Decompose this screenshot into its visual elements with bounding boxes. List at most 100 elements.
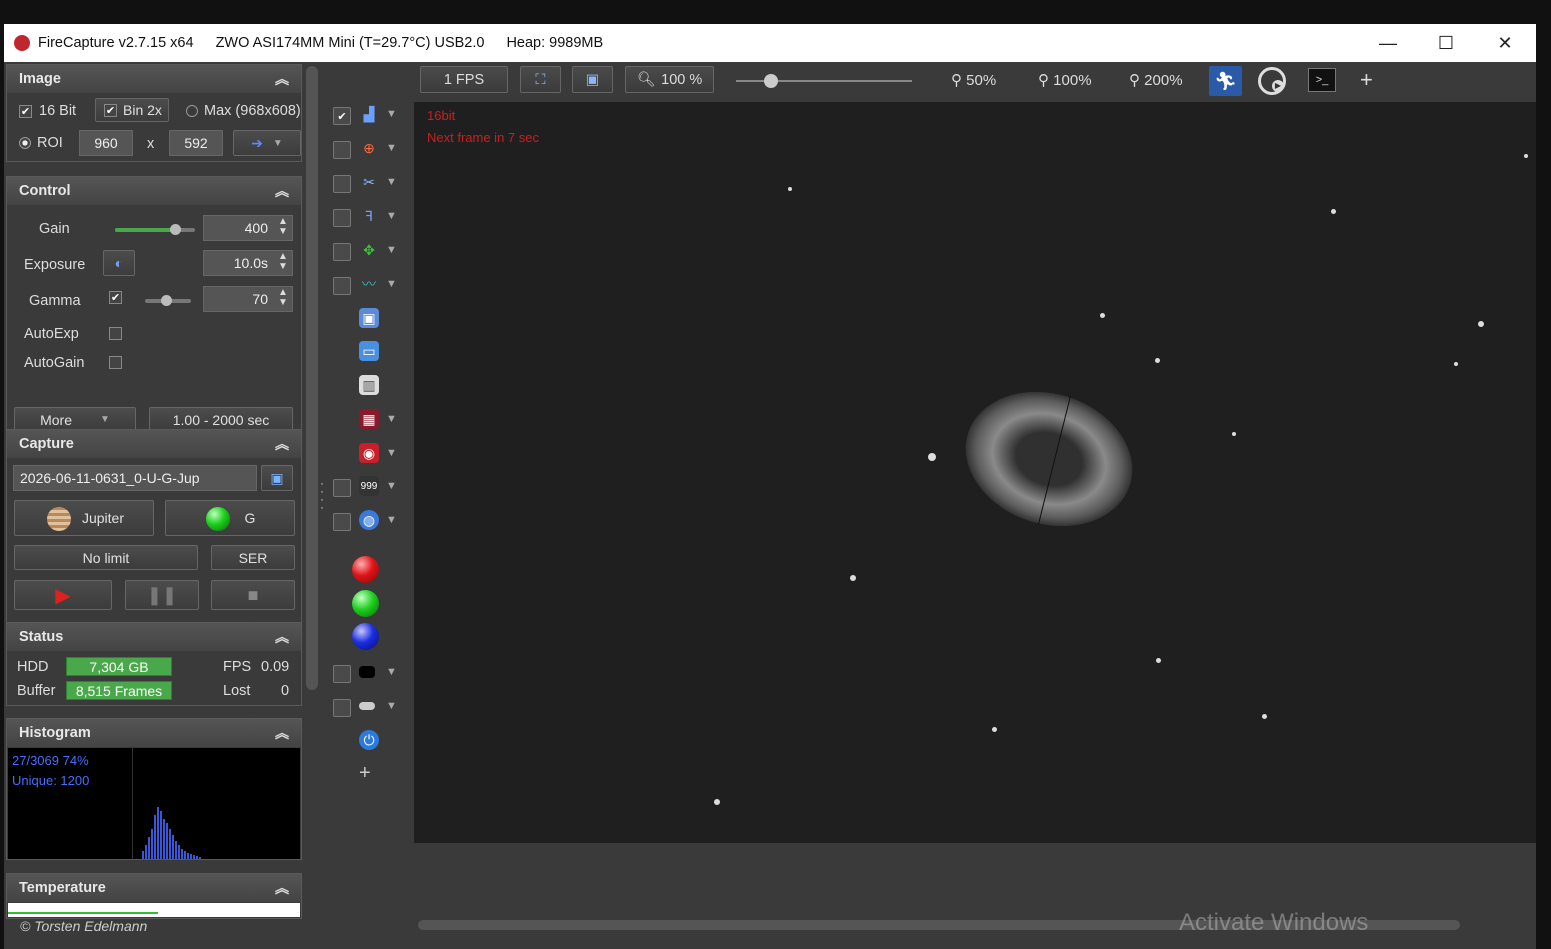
chevron-down-icon[interactable]: ▼ <box>386 210 397 222</box>
16bit-checkbox[interactable]: ✔ <box>19 105 32 118</box>
tool-trash[interactable]: ▥ <box>330 372 410 398</box>
collapse-icon[interactable]: ︽ <box>275 723 289 743</box>
temperature-panel-header[interactable]: Temperature ︽ <box>7 874 301 902</box>
collapse-icon[interactable]: ︽ <box>275 181 289 201</box>
collapse-icon[interactable]: ︽ <box>275 878 289 898</box>
tool-quality-checkbox[interactable] <box>333 277 351 295</box>
object-button[interactable]: Jupiter <box>14 500 154 536</box>
tool-black-level-checkbox[interactable] <box>333 665 351 683</box>
minimize-button[interactable]: — <box>1359 24 1417 62</box>
tool-globe-checkbox[interactable] <box>333 513 351 531</box>
tool-histogram-checkbox[interactable]: ✔ <box>333 107 351 125</box>
chevron-down-icon[interactable]: ▼ <box>386 514 397 526</box>
tool-quality[interactable]: 〰 ▼ <box>330 271 410 297</box>
filter-button[interactable]: G <box>165 500 295 536</box>
stop-capture-button[interactable]: ■ <box>211 580 295 610</box>
tool-histogram[interactable]: ✔ ▟ ▼ <box>330 101 410 127</box>
fullscreen-button[interactable]: ▣ <box>572 66 613 93</box>
gain-slider-knob[interactable] <box>170 224 181 235</box>
tool-snapshot[interactable]: ▣ <box>330 305 410 331</box>
chevron-down-icon[interactable]: ▼ <box>386 278 397 290</box>
gamma-stepper-icon[interactable]: ▲ ▼ <box>278 288 288 308</box>
exposure-mode-button[interactable]: ◐ <box>103 250 135 276</box>
control-panel-header[interactable]: Control ︽ <box>7 177 301 205</box>
gamma-slider[interactable] <box>145 295 191 306</box>
tool-crosshair-checkbox[interactable] <box>333 141 351 159</box>
roi-radio[interactable] <box>19 137 31 149</box>
zoom-slider-knob[interactable] <box>764 74 779 88</box>
camera-preview[interactable]: 16bit Next frame in 7 sec <box>414 102 1536 843</box>
histogram-panel-header[interactable]: Histogram ︽ <box>7 719 301 747</box>
turbo-mode-button[interactable]: 🏃︎ <box>1209 66 1242 96</box>
gain-slider[interactable] <box>115 224 195 235</box>
filename-field[interactable]: 2026-06-11-0631_0-U-G-Jup <box>13 465 257 491</box>
chevron-down-icon[interactable]: ▼ <box>386 176 397 188</box>
zoom-display[interactable]: 🔍︎ 100 % <box>625 66 714 93</box>
tool-bar-checkbox[interactable] <box>333 699 351 717</box>
max-radio[interactable] <box>186 105 198 117</box>
splitter-grip-icon[interactable]: · · · · <box>320 477 324 513</box>
exposure-stepper-icon[interactable]: ▲ ▼ <box>278 252 288 272</box>
tool-filter[interactable]: ꟻ ▼ <box>330 203 410 229</box>
tool-tracking[interactable]: ✥ ▼ <box>330 237 410 263</box>
bin-checkbox[interactable]: ✔ <box>104 103 117 117</box>
tool-bar[interactable]: ▼ <box>330 693 410 719</box>
add-toolbar-button[interactable]: + <box>1360 67 1373 93</box>
zoom-slider[interactable] <box>736 74 912 88</box>
limit-button[interactable]: No limit <box>14 545 198 570</box>
tool-black-level[interactable]: ▼ <box>330 659 410 685</box>
left-panel-scrollbar[interactable] <box>306 66 318 690</box>
chevron-down-icon[interactable]: ▼ <box>386 142 397 154</box>
status-panel-header[interactable]: Status ︽ <box>7 623 301 651</box>
tool-crosshair[interactable]: ⊕ ▼ <box>330 135 410 161</box>
chevron-down-icon[interactable]: ▼ <box>386 700 397 712</box>
roi-height-field[interactable]: 592 <box>169 130 223 156</box>
image-panel-header[interactable]: Image ︽ <box>7 65 301 93</box>
bin-toggle[interactable]: ✔ Bin 2x <box>95 98 169 122</box>
tool-counter[interactable]: 999 ▼ <box>330 473 410 499</box>
tool-trim-checkbox[interactable] <box>333 175 351 193</box>
start-capture-button[interactable]: ▶ <box>14 580 112 610</box>
zoom-200-button[interactable]: ⚲ 200% <box>1129 71 1183 89</box>
gamma-slider-knob[interactable] <box>160 295 172 306</box>
gain-stepper-icon[interactable]: ▲ ▼ <box>278 217 288 237</box>
tool-open-folder[interactable]: ▭ <box>330 338 410 364</box>
tool-tracking-checkbox[interactable] <box>333 243 351 261</box>
chevron-down-icon[interactable]: ▼ <box>386 413 397 425</box>
green-channel-icon[interactable] <box>352 590 379 617</box>
filename-settings-button[interactable]: ▣ <box>261 465 293 491</box>
chevron-down-icon[interactable]: ▼ <box>386 666 397 678</box>
chevron-down-icon[interactable]: ▼ <box>386 108 397 120</box>
roi-select-dropdown[interactable]: ➔ ▼ <box>233 130 301 156</box>
autogain-checkbox[interactable] <box>109 356 122 369</box>
chevron-down-icon[interactable]: ▼ <box>386 480 397 492</box>
tool-trim[interactable]: ✂ ▼ <box>330 169 410 195</box>
tool-darkframe[interactable]: ▦ ▼ <box>330 406 410 432</box>
zoom-100-button[interactable]: ⚲ 100% <box>1038 71 1092 89</box>
collapse-icon[interactable]: ︽ <box>275 434 289 454</box>
close-button[interactable]: ✕ <box>1476 24 1534 62</box>
red-channel-icon[interactable] <box>352 556 379 583</box>
chevron-down-icon[interactable]: ▼ <box>386 447 397 459</box>
fit-screen-button[interactable]: ⛶ <box>520 66 561 93</box>
collapse-icon[interactable]: ︽ <box>275 627 289 647</box>
zoom-50-button[interactable]: ⚲ 50% <box>951 71 996 89</box>
pause-capture-button[interactable]: ❚❚ <box>125 580 199 610</box>
capture-panel-header[interactable]: Capture ︽ <box>7 430 301 458</box>
tool-filter-checkbox[interactable] <box>333 209 351 227</box>
maximize-button[interactable]: ☐ <box>1417 24 1475 62</box>
gamma-checkbox[interactable]: ✔ <box>109 291 122 304</box>
roi-width-field[interactable]: 960 <box>79 130 133 156</box>
tool-globe[interactable]: ◍ ▼ <box>330 507 410 533</box>
format-button[interactable]: SER <box>211 545 295 570</box>
collapse-icon[interactable]: ︽ <box>275 69 289 89</box>
autorun-button[interactable]: ▶ <box>1258 67 1286 95</box>
tool-power[interactable]: ⏻ <box>330 727 410 753</box>
console-button[interactable]: >_ <box>1308 68 1336 92</box>
fps-button[interactable]: 1 FPS <box>420 66 508 93</box>
blue-channel-icon[interactable] <box>352 623 379 650</box>
tool-alarm[interactable]: ◉ ▼ <box>330 440 410 466</box>
add-tool-button[interactable]: + <box>359 762 371 785</box>
chevron-down-icon[interactable]: ▼ <box>386 244 397 256</box>
tool-counter-checkbox[interactable] <box>333 479 351 497</box>
